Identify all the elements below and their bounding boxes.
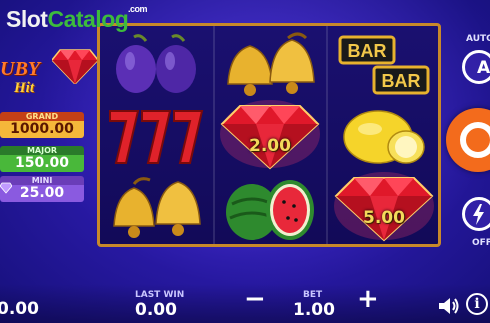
bar-text: BAR	[348, 41, 387, 61]
bar-text: BAR	[382, 71, 421, 91]
watermark: SlotCatalog .com	[6, 4, 148, 33]
jackpot-grand: GRAND 1000.00	[0, 112, 84, 138]
last-win-label: LAST WIN	[135, 290, 185, 300]
mini-gem-icon	[0, 182, 12, 194]
turbo-button[interactable]	[462, 197, 490, 231]
reel-1-row-1-plum-icon	[100, 28, 212, 100]
win-value-label: 5.00	[363, 208, 405, 228]
jackpot-major: MAJOR 150.00	[0, 146, 84, 172]
bet-value: 1.00	[293, 300, 335, 320]
logo-subtitle: Hit	[14, 80, 35, 96]
logo-gem-icon	[52, 49, 98, 84]
bet-increase-button[interactable]: +	[357, 286, 379, 312]
reel-3-row-1-bar-icon: BAR BAR	[328, 28, 440, 100]
jackpot-mini-value: 25.00	[0, 185, 84, 202]
balance-value: 0.00	[0, 299, 39, 319]
turbo-off-label: OFF	[472, 238, 490, 248]
reel-3-row-2-lemon-icon	[328, 100, 440, 172]
win-value-label: 2.00	[249, 136, 291, 156]
reel-2-row-2-diamond-icon: 2.00	[214, 98, 326, 170]
watermark-part2: Catalog	[47, 6, 129, 32]
jackpot-major-value: 150.00	[0, 155, 84, 172]
sound-icon[interactable]	[438, 297, 460, 315]
jackpot-major-label: MAJOR	[0, 146, 84, 155]
bet-label: BET	[303, 290, 323, 300]
autoplay-icon: A	[477, 58, 490, 78]
reel-grid: 2.00 BAR BAR 5.00	[97, 23, 441, 247]
spin-icon	[460, 122, 490, 158]
game-logo: UBY Hit	[0, 48, 100, 106]
reel-3-row-3-diamond-icon: 5.00	[328, 170, 440, 242]
reel-1-row-3-bell-icon	[100, 172, 212, 244]
info-button[interactable]: i	[466, 293, 488, 315]
logo-title: UBY	[0, 58, 40, 80]
jackpot-mini-label: MINI	[0, 176, 84, 185]
last-win-value: 0.00	[135, 300, 177, 320]
watermark-part1: Slot	[6, 6, 48, 32]
watermark-part3: .com	[128, 4, 148, 14]
reel-2-row-1-bell-icon	[214, 28, 326, 100]
jackpot-grand-value: 1000.00	[0, 121, 84, 138]
autoplay-button[interactable]: A	[462, 50, 490, 84]
autoplay-label: AUTO	[466, 34, 490, 44]
lightning-icon	[473, 204, 484, 225]
bet-decrease-button[interactable]: −	[244, 286, 266, 312]
reel-2-row-3-watermelon-icon	[214, 172, 326, 244]
jackpot-grand-label: GRAND	[0, 112, 84, 121]
reel-1-row-2-seven-icon	[100, 100, 212, 172]
jackpot-mini: MINI 25.00	[0, 176, 84, 202]
